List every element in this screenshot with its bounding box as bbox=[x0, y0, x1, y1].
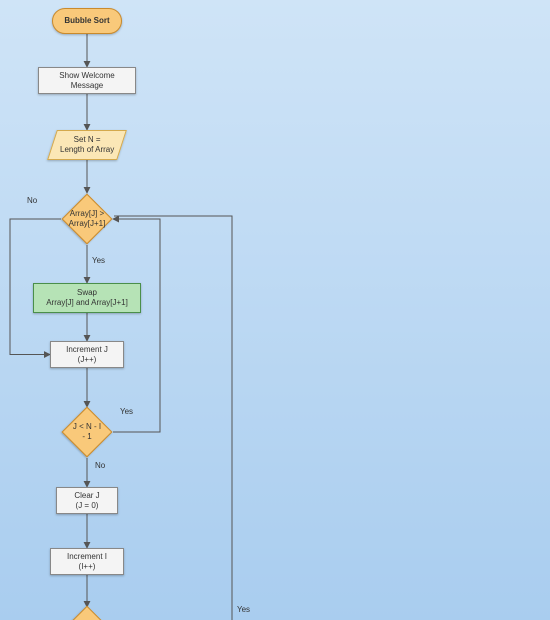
welcome-label: Show Welcome Message bbox=[45, 71, 129, 91]
compare-decision: Array[J] >Array[J+1] bbox=[69, 201, 105, 237]
j-condition-label: J < N - I - 1 bbox=[65, 410, 109, 454]
edge-label-icond-yes: Yes bbox=[237, 605, 250, 614]
increment-j-node: Increment J(J++) bbox=[50, 341, 124, 368]
welcome-node: Show Welcome Message bbox=[38, 67, 136, 94]
compare-label: Array[J] >Array[J+1] bbox=[65, 197, 109, 241]
edge-label-compare-yes: Yes bbox=[92, 256, 105, 265]
i-condition-decision bbox=[74, 611, 100, 620]
edge-label-jcond-no: No bbox=[95, 461, 105, 470]
j-condition-decision: J < N - I - 1 bbox=[69, 414, 105, 450]
start-label: Bubble Sort bbox=[64, 16, 109, 26]
flowchart-canvas: Bubble Sort Show Welcome Message Set N =… bbox=[0, 0, 550, 620]
edge-label-compare-no: No bbox=[27, 196, 37, 205]
increment-i-node: Increment I(I++) bbox=[50, 548, 124, 575]
swap-node: SwapArray[J] and Array[J+1] bbox=[33, 283, 141, 313]
edge-label-jcond-yes: Yes bbox=[120, 407, 133, 416]
start-node: Bubble Sort bbox=[52, 8, 122, 34]
set-n-node: Set N =Length of Array bbox=[47, 130, 127, 160]
clear-j-label: Clear J(J = 0) bbox=[74, 491, 99, 511]
increment-j-label: Increment J(J++) bbox=[66, 345, 108, 365]
clear-j-node: Clear J(J = 0) bbox=[56, 487, 118, 514]
set-n-label: Set N =Length of Array bbox=[60, 135, 114, 155]
swap-label: SwapArray[J] and Array[J+1] bbox=[46, 288, 128, 308]
increment-i-label: Increment I(I++) bbox=[67, 552, 107, 572]
